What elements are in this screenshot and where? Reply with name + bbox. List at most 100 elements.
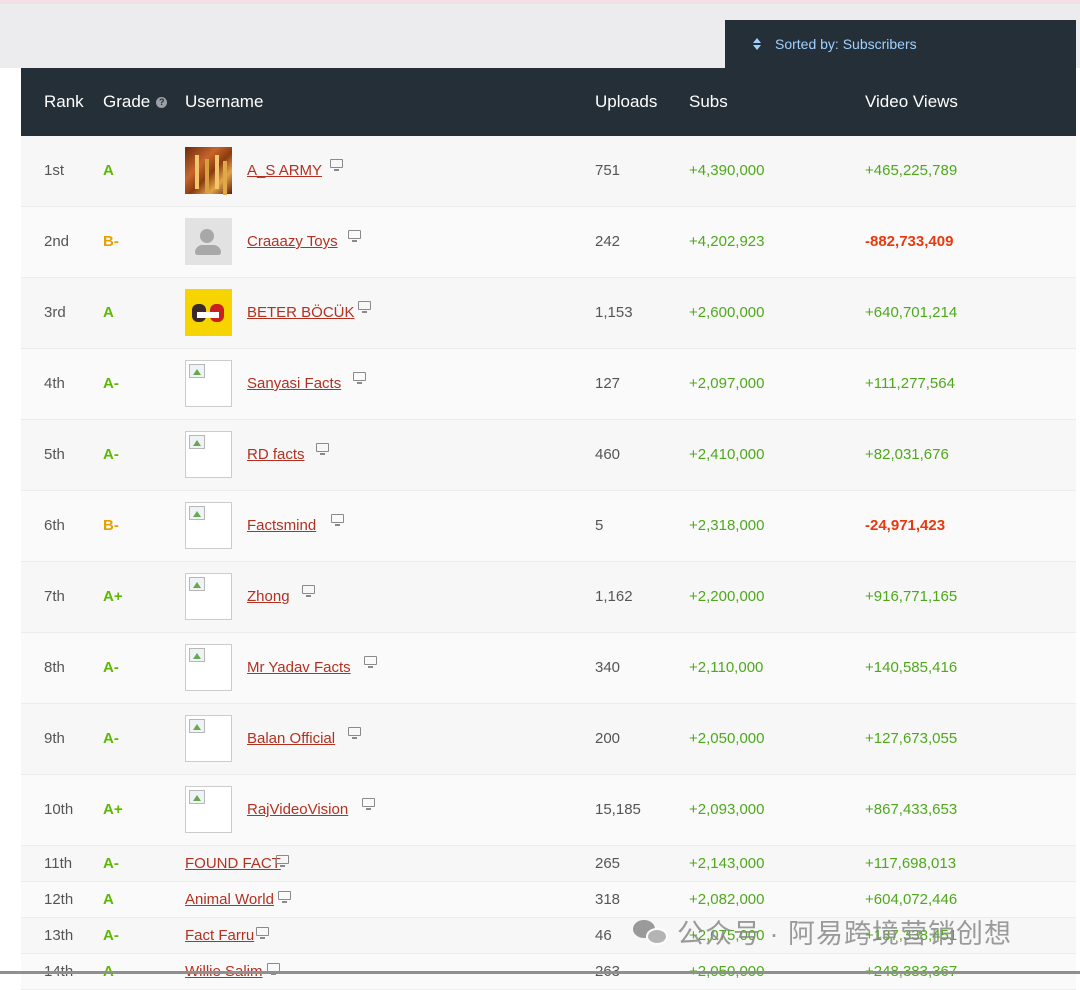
views-cell: +867,433,653 [865, 801, 958, 818]
avatar[interactable] [185, 289, 232, 336]
uploads-cell: 127 [595, 375, 621, 392]
views-cell: +916,771,165 [865, 588, 958, 605]
username-link[interactable]: FOUND FACT [185, 846, 281, 881]
grade-cell: A- [103, 659, 119, 676]
username-link[interactable]: RajVideoVision [247, 775, 348, 845]
grade-cell: A+ [103, 588, 123, 605]
table-header: Rank Grade? Username Uploads Subs Video … [21, 68, 1076, 136]
subs-cell: +2,097,000 [689, 375, 765, 392]
header-grade[interactable]: Grade? [103, 68, 168, 136]
views-cell: +111,277,564 [865, 375, 955, 392]
avatar[interactable] [185, 218, 232, 265]
username-link[interactable]: Fact Farru [185, 918, 254, 953]
header-subs[interactable]: Subs [689, 68, 728, 136]
watermark-text: 公众号 · 阿易跨境营销创想 [677, 919, 1012, 949]
tv-icon[interactable] [330, 159, 343, 171]
table-body: 1st A A_S ARMY 751 +4,390,000 +465,225,789 2nd… [21, 136, 1076, 990]
tv-icon[interactable] [256, 927, 269, 939]
table-row: 4th A- Sanyasi Facts 127 +2,097,000 +111,277,… [21, 349, 1076, 420]
subs-cell: +2,600,000 [689, 304, 765, 321]
header-views[interactable]: Video Views [865, 68, 958, 136]
grade-cell: A- [103, 446, 119, 463]
table-row: 6th B- Factsmind 5 +2,318,000 -24,971,423 [21, 491, 1076, 562]
rank-cell: 10th [44, 801, 74, 818]
grade-cell: A [103, 304, 114, 321]
grade-cell: A+ [103, 801, 123, 818]
rank-cell: 6th [44, 517, 65, 534]
uploads-cell: 200 [595, 730, 621, 747]
tv-icon[interactable] [278, 891, 291, 903]
grade-cell: A- [103, 730, 119, 747]
table-row: 10th A+ RajVideoVision 15,185 +2,093,000 +867… [21, 775, 1076, 846]
uploads-cell: 15,185 [595, 801, 641, 818]
uploads-cell: 242 [595, 233, 621, 250]
subs-cell: +2,410,000 [689, 446, 765, 463]
avatar[interactable] [185, 147, 232, 194]
rank-cell: 4th [44, 375, 65, 392]
username-link[interactable]: Sanyasi Facts [247, 349, 341, 419]
subs-cell: +4,202,923 [689, 233, 765, 250]
tv-icon[interactable] [331, 514, 344, 526]
username-link[interactable]: A_S ARMY [247, 136, 322, 206]
username-link[interactable]: Balan Official [247, 704, 335, 774]
uploads-cell: 751 [595, 162, 621, 179]
rank-cell: 7th [44, 588, 65, 605]
avatar[interactable] [185, 573, 232, 620]
table-row: 1st A A_S ARMY 751 +4,390,000 +465,225,789 [21, 136, 1076, 207]
username-link[interactable]: Animal World [185, 882, 274, 917]
avatar[interactable] [185, 786, 232, 833]
ranking-table: Rank Grade? Username Uploads Subs Video … [21, 68, 1076, 990]
uploads-cell: 460 [595, 446, 621, 463]
grade-cell: A- [103, 927, 119, 944]
avatar[interactable] [185, 360, 232, 407]
subs-cell: +2,143,000 [689, 855, 765, 872]
tv-icon[interactable] [348, 230, 361, 242]
avatar[interactable] [185, 502, 232, 549]
views-cell: +117,698,013 [865, 855, 957, 872]
tv-icon[interactable] [316, 443, 329, 455]
help-icon[interactable]: ? [156, 97, 168, 109]
table-row: 5th A- RD facts 460 +2,410,000 +82,031,676 [21, 420, 1076, 491]
sort-button[interactable]: Sorted by: Subscribers [725, 20, 1076, 68]
rank-cell: 3rd [44, 304, 66, 321]
username-link[interactable]: BETER BÖCÜK [247, 278, 355, 348]
avatar[interactable] [185, 431, 232, 478]
table-row: 3rd A BETER BÖCÜK 1,153 +2,600,000 +640,701,2… [21, 278, 1076, 349]
username-link[interactable]: Zhong [247, 562, 290, 632]
subs-cell: +2,318,000 [689, 517, 765, 534]
views-cell: -24,971,423 [865, 517, 946, 534]
username-link[interactable]: Craaazy Toys [247, 207, 338, 277]
views-cell: +640,701,214 [865, 304, 958, 321]
tv-icon[interactable] [302, 585, 315, 597]
views-cell: +82,031,676 [865, 446, 949, 463]
avatar[interactable] [185, 644, 232, 691]
header-username[interactable]: Username [185, 68, 263, 136]
tv-icon[interactable] [353, 372, 366, 384]
tv-icon[interactable] [276, 855, 289, 867]
table-row: 7th A+ Zhong 1,162 +2,200,000 +916,771,165 [21, 562, 1076, 633]
subs-cell: +2,110,000 [689, 659, 764, 676]
tv-icon[interactable] [348, 727, 361, 739]
username-link[interactable]: Factsmind [247, 491, 316, 561]
tv-icon[interactable] [362, 798, 375, 810]
username-link[interactable]: Mr Yadav Facts [247, 633, 351, 703]
header-rank[interactable]: Rank [44, 68, 84, 136]
views-cell: +140,585,416 [865, 659, 958, 676]
table-row: 11th A- FOUND FACT 265 +2,143,000 +117,698,01… [21, 846, 1076, 882]
uploads-cell: 1,153 [595, 304, 633, 321]
username-link[interactable]: RD facts [247, 420, 305, 490]
grade-cell: A [103, 162, 114, 179]
rank-cell: 8th [44, 659, 65, 676]
views-cell: +465,225,789 [865, 162, 958, 179]
subs-cell: +4,390,000 [689, 162, 765, 179]
tv-icon[interactable] [358, 301, 371, 313]
avatar[interactable] [185, 715, 232, 762]
sort-icon [753, 38, 761, 50]
uploads-cell: 1,162 [595, 588, 633, 605]
header-uploads[interactable]: Uploads [595, 68, 657, 136]
grade-cell: A- [103, 375, 119, 392]
uploads-cell: 46 [595, 927, 612, 944]
tv-icon[interactable] [364, 656, 377, 668]
grade-cell: B- [103, 233, 119, 250]
table-row: 2nd B- Craaazy Toys 242 +4,202,923 -882,733,4… [21, 207, 1076, 278]
